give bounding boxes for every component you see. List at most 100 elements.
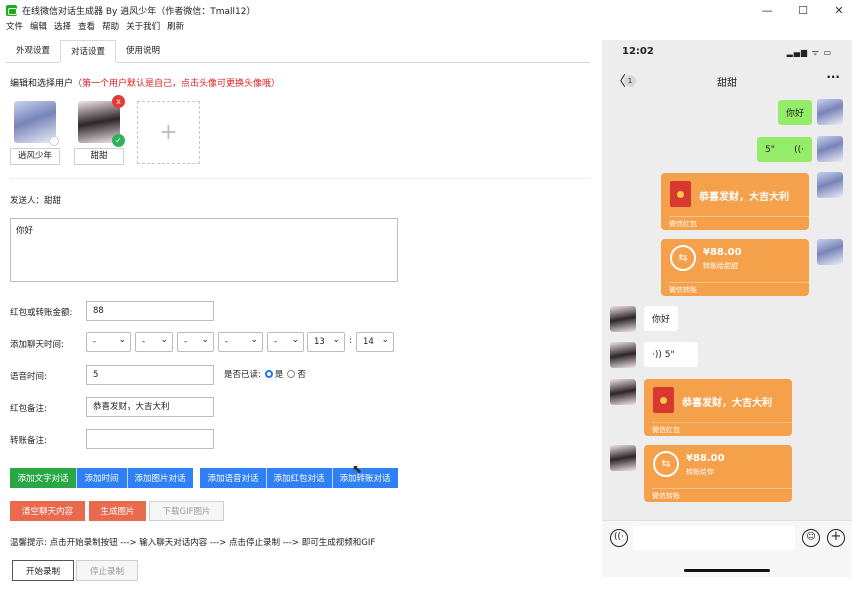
read-no-label[interactable]: 否 bbox=[297, 368, 306, 380]
read-yes-label[interactable]: 是 bbox=[275, 368, 284, 380]
close-icon[interactable]: ✕ bbox=[821, 0, 857, 20]
avatar[interactable]: x ✓ bbox=[78, 95, 125, 147]
avatar[interactable] bbox=[14, 101, 59, 146]
voice-wave-icon: ·)) bbox=[652, 349, 662, 360]
time-select-day[interactable]: - bbox=[177, 331, 214, 352]
redpacket-bubble-in: 恭喜发财，大吉大利 微信红包 bbox=[644, 379, 792, 436]
select-ring-icon[interactable] bbox=[49, 136, 59, 146]
add-time-button[interactable]: 添加时间 bbox=[76, 468, 127, 488]
time-select-minute[interactable]: 14 bbox=[356, 331, 394, 352]
message-textarea[interactable]: 你好 bbox=[10, 218, 398, 282]
delete-user-icon[interactable]: x bbox=[112, 95, 125, 108]
tab-dialog-settings[interactable]: 对话设置 bbox=[60, 40, 117, 63]
amount-input[interactable]: 88 bbox=[86, 301, 214, 321]
avatar bbox=[610, 445, 636, 471]
sender-row: 发送人：甜甜 bbox=[10, 194, 61, 206]
chat-bubble-out-voice: 5" ((· bbox=[757, 137, 812, 162]
phone-preview: 12:02 ▂▄▆ ᯤ ▭ 〈 1 甜甜 ··· 你好 5" ((· 恭喜发财，大… bbox=[602, 40, 852, 577]
more-icon[interactable]: ··· bbox=[826, 70, 840, 84]
read-status-group: 是否已读: 是 否 bbox=[224, 368, 306, 380]
chat-bubble-in-voice: ·)) 5" bbox=[644, 342, 698, 367]
menu-view[interactable]: 查看 bbox=[78, 20, 95, 34]
avatar bbox=[610, 379, 636, 405]
transfer-bubble-in: ⇆ ¥88.00 转账给你 微信转账 bbox=[644, 445, 792, 502]
amount-label: 红包或转账金额: bbox=[10, 308, 73, 318]
chat-navbar: 〈 1 甜甜 ··· bbox=[602, 68, 852, 94]
tab-instructions[interactable]: 使用说明 bbox=[116, 40, 170, 63]
plus-icon[interactable]: + bbox=[827, 529, 845, 547]
redpacket-note-label: 红包备注: bbox=[10, 404, 47, 414]
read-no-radio[interactable] bbox=[287, 370, 296, 378]
avatar bbox=[610, 342, 636, 368]
sender-label: 发送人： bbox=[10, 196, 45, 206]
transfer-footer: 微信转账 bbox=[652, 488, 792, 502]
menu-refresh[interactable]: 刷新 bbox=[167, 20, 184, 34]
selected-check-icon[interactable]: ✓ bbox=[112, 134, 125, 147]
redpacket-text: 恭喜发财，大吉大利 bbox=[682, 398, 772, 409]
recording-tip: 温馨提示: 点击开始录制按钮 ---> 输入聊天对话内容 ---> 点击停止录制… bbox=[10, 538, 376, 548]
user-card-other[interactable]: x ✓ 甜甜 bbox=[74, 95, 125, 165]
menu-bar: 文件 编辑 选择 查看 帮助 关于我们 刷新 bbox=[0, 20, 185, 34]
time-select-period[interactable]: - bbox=[267, 331, 304, 352]
menu-about[interactable]: 关于我们 bbox=[126, 20, 160, 34]
menu-file[interactable]: 文件 bbox=[6, 20, 23, 34]
add-transfer-dialog-button[interactable]: 添加转账对话 bbox=[332, 468, 398, 488]
avatar bbox=[817, 99, 843, 125]
plus-icon: + bbox=[159, 120, 178, 145]
button-divider bbox=[266, 468, 267, 488]
emoji-icon[interactable]: ☺ bbox=[802, 529, 820, 547]
time-select-weekday[interactable]: - bbox=[218, 331, 263, 352]
voice-duration-input[interactable]: 5 bbox=[86, 365, 214, 385]
sender-name: 甜甜 bbox=[44, 196, 62, 206]
add-redpacket-dialog-button[interactable]: 添加红包对话 bbox=[266, 468, 332, 488]
redpacket-icon bbox=[653, 387, 674, 413]
time-select-month[interactable]: - bbox=[135, 331, 173, 352]
button-divider bbox=[76, 468, 77, 488]
voice-input-icon[interactable]: ((· bbox=[610, 529, 628, 547]
maximize-icon[interactable]: ☐ bbox=[785, 0, 821, 20]
button-divider bbox=[127, 468, 128, 488]
stop-record-button[interactable]: 停止录制 bbox=[76, 560, 138, 581]
add-image-dialog-button[interactable]: 添加图片对话 bbox=[127, 468, 193, 488]
button-divider bbox=[332, 468, 333, 488]
transfer-note: 转账给你 bbox=[686, 468, 714, 476]
menu-select[interactable]: 选择 bbox=[54, 20, 71, 34]
menu-help[interactable]: 帮助 bbox=[102, 20, 119, 34]
add-voice-dialog-button[interactable]: 添加语音对话 bbox=[200, 468, 266, 488]
time-select-year[interactable]: - bbox=[86, 331, 131, 352]
tab-appearance[interactable]: 外观设置 bbox=[6, 40, 60, 63]
voice-duration-text: 5" bbox=[664, 349, 675, 360]
redpacket-note-input[interactable]: 恭喜发财，大吉大利 bbox=[86, 397, 214, 417]
home-indicator bbox=[684, 569, 770, 572]
clear-chat-button[interactable]: 清空聊天内容 bbox=[10, 501, 85, 521]
time-select-hour[interactable]: 13 bbox=[307, 331, 345, 352]
settings-tabs: 外观设置 对话设置 使用说明 bbox=[6, 40, 590, 63]
transfer-amount: ¥88.00 bbox=[686, 453, 725, 464]
download-gif-button[interactable]: 下载GIF图片 bbox=[149, 501, 224, 521]
transfer-note-input[interactable] bbox=[86, 429, 214, 449]
user-name-field[interactable]: 逍风少年 bbox=[10, 148, 60, 165]
user-name-field[interactable]: 甜甜 bbox=[74, 148, 124, 165]
chat-input-bar: ((· ☺ + bbox=[602, 520, 852, 577]
redpacket-text: 恭喜发财，大吉大利 bbox=[699, 192, 789, 203]
redpacket-footer: 微信红包 bbox=[669, 216, 809, 230]
chat-text-input[interactable] bbox=[633, 526, 795, 550]
user-card-self[interactable]: 逍风少年 bbox=[10, 101, 60, 165]
redpacket-icon bbox=[670, 181, 691, 207]
generate-image-button[interactable]: 生成图片 bbox=[89, 501, 146, 521]
add-text-dialog-button[interactable]: 添加文字对话 bbox=[10, 468, 76, 488]
users-section-hint: （第一个用户默认是自己，点击头像可更换头像哦） bbox=[73, 79, 281, 89]
menu-edit[interactable]: 编辑 bbox=[30, 20, 47, 34]
time-label: 添加聊天时间: bbox=[10, 340, 64, 350]
avatar bbox=[817, 239, 843, 265]
voice-wave-icon: ((· bbox=[794, 144, 804, 155]
chat-bubble-out-text: 你好 bbox=[777, 100, 812, 125]
divider bbox=[10, 178, 590, 179]
add-user-button[interactable]: + bbox=[137, 101, 200, 164]
start-record-button[interactable]: 开始录制 bbox=[12, 560, 74, 581]
read-yes-radio[interactable] bbox=[264, 370, 273, 378]
transfer-footer: 微信转账 bbox=[669, 282, 809, 296]
voice-label: 语音时间: bbox=[10, 372, 47, 382]
transfer-icon: ⇆ bbox=[653, 451, 679, 477]
minimize-icon[interactable]: — bbox=[749, 0, 785, 20]
